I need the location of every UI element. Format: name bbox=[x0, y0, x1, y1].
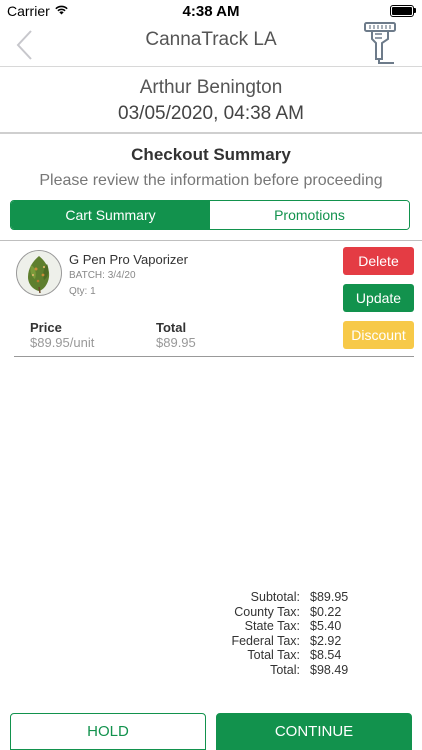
totals-row-state-tax: State Tax: $5.40 bbox=[200, 619, 370, 634]
totals-row-federal-tax: Federal Tax: $2.92 bbox=[200, 634, 370, 649]
totals-value: $8.54 bbox=[310, 648, 342, 663]
status-bar: Carrier 4:38 AM bbox=[0, 0, 422, 22]
total-value: $89.95 bbox=[156, 335, 196, 350]
totals-label: County Tax: bbox=[234, 604, 300, 619]
cannabis-bud-image bbox=[17, 251, 61, 295]
totals-label: Total Tax: bbox=[247, 648, 300, 663]
checkout-summary-title: Checkout Summary bbox=[131, 145, 291, 164]
tab-cart-summary[interactable]: Cart Summary bbox=[11, 201, 210, 229]
totals-label: Total: bbox=[270, 662, 300, 677]
nav-bar: CannaTrack LA bbox=[0, 22, 422, 67]
delete-button[interactable]: Delete bbox=[343, 247, 414, 275]
total-label: Total bbox=[156, 320, 187, 335]
totals-label: Federal Tax: bbox=[231, 633, 300, 648]
discount-button[interactable]: Discount bbox=[343, 321, 414, 349]
barcode-scanner-icon[interactable] bbox=[362, 22, 398, 66]
totals-value: $2.92 bbox=[310, 633, 342, 648]
battery-tip bbox=[414, 8, 416, 13]
continue-button[interactable]: CONTINUE bbox=[216, 713, 412, 750]
totals-row-subtotal: Subtotal: $89.95 bbox=[200, 590, 370, 605]
totals-row-total-tax: Total Tax: $8.54 bbox=[200, 648, 370, 663]
price-label: Price bbox=[30, 320, 62, 335]
totals-row-total: Total: $98.49 bbox=[200, 663, 370, 678]
customer-name: Arthur Benington bbox=[139, 77, 283, 98]
product-batch: BATCH: 3/4/20 bbox=[69, 270, 136, 281]
hold-button[interactable]: HOLD bbox=[10, 713, 206, 750]
price-value: $89.95/unit bbox=[30, 335, 95, 350]
totals-value: $0.22 bbox=[310, 604, 342, 619]
header-divider bbox=[0, 132, 422, 134]
update-button[interactable]: Update bbox=[343, 284, 414, 312]
order-datetime: 03/05/2020, 04:38 AM bbox=[118, 103, 304, 124]
checkout-summary-subtitle: Please review the information before pro… bbox=[39, 172, 383, 189]
product-quantity: Qty: 1 bbox=[69, 286, 96, 297]
clock: 4:38 AM bbox=[182, 3, 240, 20]
product-thumbnail bbox=[16, 250, 62, 296]
totals-label: State Tax: bbox=[244, 619, 300, 634]
product-name: G Pen Pro Vaporizer bbox=[69, 252, 188, 267]
totals-value: $5.40 bbox=[310, 619, 342, 634]
battery-icon bbox=[390, 5, 414, 17]
tab-switcher: Cart Summary Promotions bbox=[10, 200, 410, 230]
app-title: CannaTrack LA bbox=[145, 29, 277, 50]
cart-item-divider bbox=[14, 356, 414, 357]
totals-value: $89.95 bbox=[310, 590, 349, 604]
tab-promotions[interactable]: Promotions bbox=[210, 201, 409, 229]
totals-label: Subtotal: bbox=[250, 590, 300, 604]
totals-summary: Subtotal: $89.95 County Tax: $0.22 State… bbox=[200, 590, 370, 678]
totals-row-county-tax: County Tax: $0.22 bbox=[200, 605, 370, 620]
totals-value: $98.49 bbox=[310, 662, 349, 677]
tabs-divider bbox=[0, 240, 422, 241]
